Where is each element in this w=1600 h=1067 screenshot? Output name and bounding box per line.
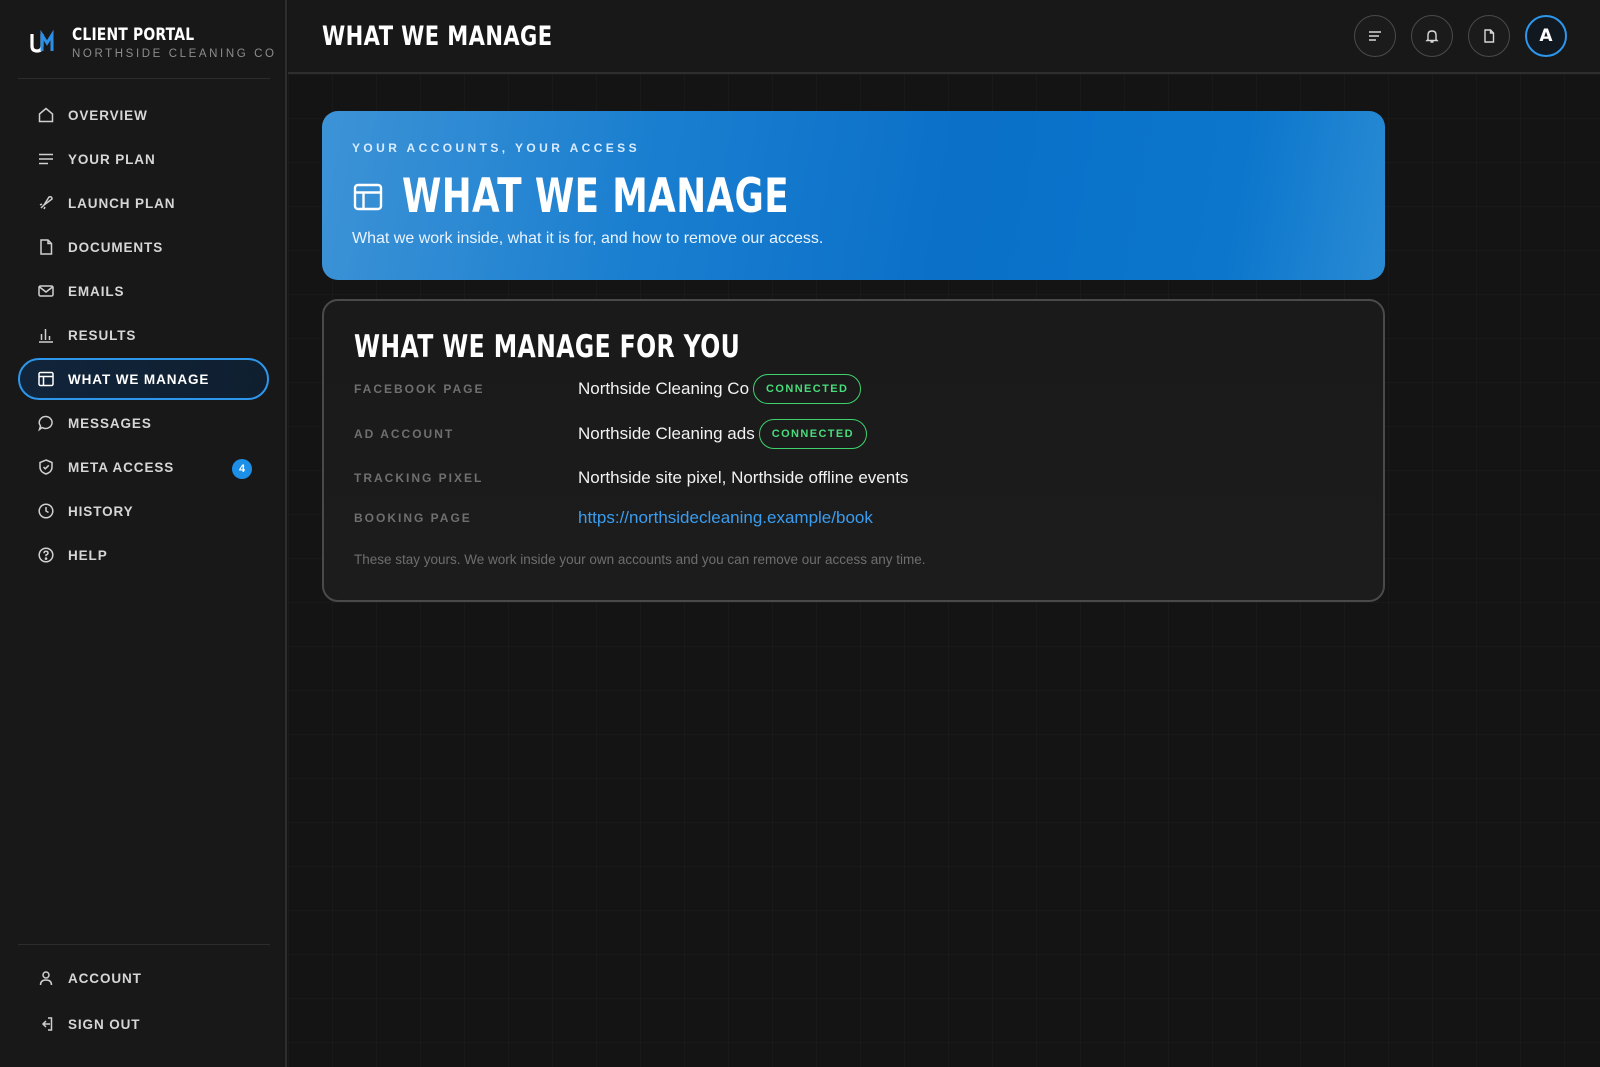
sidebar-item-label: EMAILS (68, 283, 125, 299)
top-bar: WHAT WE MANAGE A (288, 0, 1600, 74)
sidebar-item-meta-access[interactable]: META ACCESS 4 (18, 446, 269, 488)
card-note: These stay yours. We work inside your ow… (354, 552, 926, 567)
sidebar-item-sign-out[interactable]: SIGN OUT (18, 1003, 269, 1045)
chat-icon (36, 413, 56, 433)
client-name: NORTHSIDE CLEANING CO (72, 47, 277, 60)
menu-button[interactable] (1354, 15, 1396, 57)
clock-icon (36, 501, 56, 521)
bar-chart-icon (36, 325, 56, 345)
tracking-pixel-row: TRACKING PIXEL Northside site pixel, Nor… (354, 462, 908, 494)
top-actions: A (1339, 15, 1567, 57)
sidebar-bottom-nav: ACCOUNT SIGN OUT (18, 957, 269, 1049)
sidebar-item-results[interactable]: RESULTS (18, 314, 269, 356)
hero-subtitle: What we work inside, what it is for, and… (352, 230, 824, 247)
sidebar-item-label: SIGN OUT (68, 1016, 141, 1032)
sidebar-item-label: META ACCESS (68, 459, 175, 475)
ad-account-row: AD ACCOUNT Northside Cleaning ads CONNEC… (354, 418, 867, 450)
lines-icon (36, 149, 56, 169)
documents-button[interactable] (1468, 15, 1510, 57)
sidebar-item-overview[interactable]: OVERVIEW (18, 94, 269, 136)
shield-icon (36, 457, 56, 477)
sidebar-item-label: HELP (68, 547, 108, 563)
booking-page-link[interactable]: https://northsidecleaning.example/book (578, 508, 873, 528)
sidebar-item-label: RESULTS (68, 327, 137, 343)
booking-page-row: BOOKING PAGE https://northsidecleaning.e… (354, 502, 873, 534)
layout-icon (353, 183, 383, 210)
row-label: AD ACCOUNT (354, 427, 455, 441)
row-label: FACEBOOK PAGE (354, 382, 485, 396)
sidebar-item-account[interactable]: ACCOUNT (18, 957, 269, 999)
sidebar-item-your-plan[interactable]: YOUR PLAN (18, 138, 269, 180)
hero-eyebrow: YOUR ACCOUNTS, YOUR ACCESS (352, 141, 640, 155)
document-icon (1484, 29, 1495, 43)
sidebar-item-help[interactable]: HELP (18, 534, 269, 576)
sidebar-nav: OVERVIEW YOUR PLAN LAUNCH PLAN DOCUMENTS… (18, 94, 269, 578)
sidebar-item-label: WHAT WE MANAGE (68, 371, 210, 387)
sidebar-item-label: ACCOUNT (68, 970, 142, 986)
brand-logo (30, 29, 54, 53)
connected-badge: CONNECTED (753, 374, 862, 404)
sign-out-icon (36, 1014, 56, 1034)
sidebar-item-label: LAUNCH PLAN (68, 195, 176, 211)
layout-icon (36, 369, 56, 389)
row-label: BOOKING PAGE (354, 511, 472, 525)
brand[interactable]: CLIENT PORTAL NORTHSIDE CLEANING CO (30, 22, 277, 62)
sidebar-item-label: OVERVIEW (68, 107, 148, 123)
portal-title: CLIENT PORTAL (72, 24, 195, 45)
sidebar-item-label: DOCUMENTS (68, 239, 164, 255)
notification-badge: 4 (232, 459, 252, 479)
help-icon (36, 545, 56, 565)
notifications-button[interactable] (1411, 15, 1453, 57)
sidebar-item-label: HISTORY (68, 503, 134, 519)
hero-banner: YOUR ACCOUNTS, YOUR ACCESS WHAT WE MANAG… (322, 111, 1385, 280)
connected-badge: CONNECTED (758, 419, 867, 449)
sidebar-item-history[interactable]: HISTORY (18, 490, 269, 532)
row-label: TRACKING PIXEL (354, 471, 484, 485)
avatar[interactable]: A (1525, 15, 1567, 57)
page-title: WHAT WE MANAGE (322, 21, 553, 52)
bell-icon (1425, 30, 1439, 43)
sidebar-item-launch-plan[interactable]: LAUNCH PLAN (18, 182, 269, 224)
row-value: Northside Cleaning ads (578, 424, 755, 443)
sidebar-item-documents[interactable]: DOCUMENTS (18, 226, 269, 268)
row-value: Northside site pixel, Northside offline … (578, 468, 909, 487)
document-icon (36, 237, 56, 257)
row-value: Northside Cleaning Co (578, 379, 750, 398)
home-icon (36, 105, 56, 125)
sidebar-divider (18, 78, 270, 79)
sidebar-item-label: YOUR PLAN (68, 151, 156, 167)
sidebar-item-emails[interactable]: EMAILS (18, 270, 269, 312)
user-icon (36, 968, 56, 988)
sidebar-divider (18, 944, 270, 945)
rocket-icon (36, 193, 56, 213)
sidebar-item-messages[interactable]: MESSAGES (18, 402, 269, 444)
facebook-page-row: FACEBOOK PAGE Northside Cleaning Co CONN… (354, 373, 862, 405)
card-title: WHAT WE MANAGE FOR YOU (354, 329, 741, 365)
sidebar-item-what-we-manage[interactable]: WHAT WE MANAGE (18, 358, 269, 400)
sidebar: CLIENT PORTAL NORTHSIDE CLEANING CO OVER… (0, 0, 287, 1067)
managed-accounts-card: WHAT WE MANAGE FOR YOU FACEBOOK PAGE Nor… (322, 299, 1385, 602)
menu-icon (1369, 31, 1381, 41)
mail-icon (36, 281, 56, 301)
sidebar-item-label: MESSAGES (68, 415, 152, 431)
hero-title: WHAT WE MANAGE (402, 169, 789, 224)
